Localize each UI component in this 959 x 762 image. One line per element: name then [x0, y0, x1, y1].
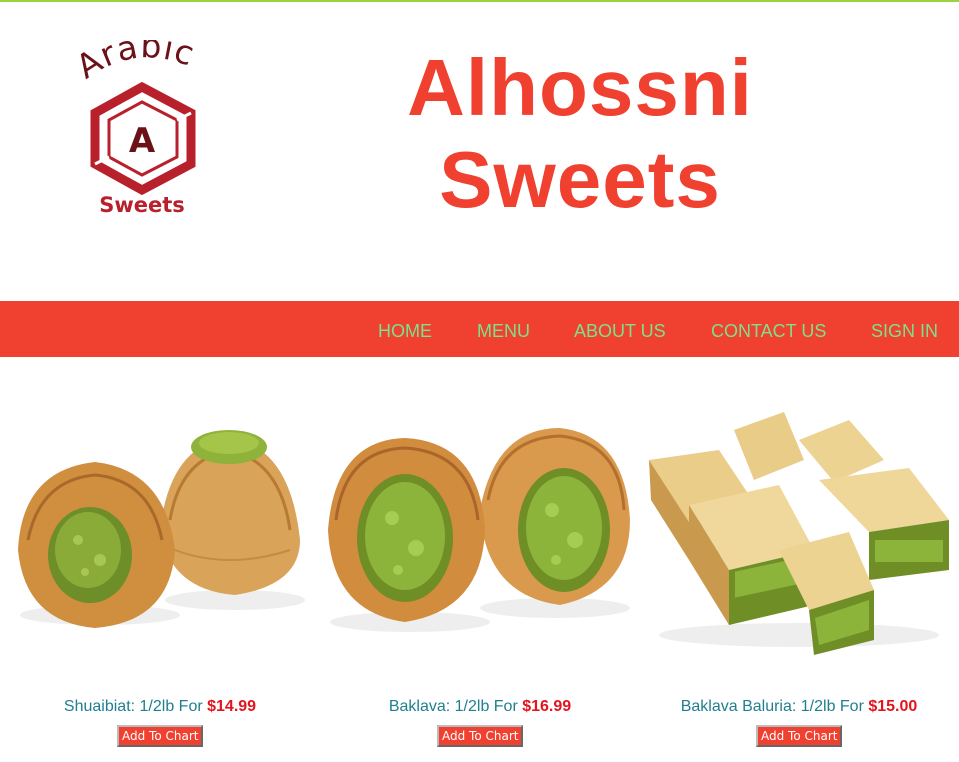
logo-bottom-text: Sweets: [99, 193, 185, 217]
site-logo[interactable]: Arabic A Sweets: [78, 40, 218, 225]
baklava-photo: [328, 428, 630, 632]
add-to-chart-button[interactable]: Add To Chart: [437, 725, 524, 747]
nav-about-link[interactable]: ABOUT US: [574, 301, 666, 357]
main-navbar: HOME MENU ABOUT US CONTACT US SIGN IN: [0, 301, 959, 357]
logo-top-text: Arabic: [78, 40, 200, 86]
top-border: [0, 0, 959, 2]
site-title: Alhossni Sweets: [330, 42, 830, 226]
product-price: $15.00: [868, 698, 918, 715]
product-card: Baklava Baluria: 1/2lb For $15.00 Add To…: [639, 400, 959, 762]
shuaibiat-photo: [18, 430, 305, 628]
site-title-line1: Alhossni: [407, 43, 753, 132]
product-price: $14.99: [207, 698, 257, 715]
product-caption: Baklava Baluria: 1/2lb For $15.00: [639, 698, 959, 716]
add-to-chart-button[interactable]: Add To Chart: [117, 725, 204, 747]
product-name: Baklava: 1/2lb For: [388, 698, 518, 715]
product-name: Shuaibiat: 1/2lb For: [63, 698, 203, 715]
product-name: Baklava Baluria: 1/2lb For: [680, 698, 864, 715]
product-card: Baklava: 1/2lb For $16.99 Add To Chart: [320, 400, 640, 762]
product-card: Shuaibiat: 1/2lb For $14.99 Add To Chart: [0, 400, 320, 762]
logo-letter: A: [129, 121, 156, 161]
nav-menu-link[interactable]: MENU: [477, 301, 530, 357]
site-title-line2: Sweets: [439, 135, 721, 224]
product-price: $16.99: [522, 698, 572, 715]
nav-contact-link[interactable]: CONTACT US: [711, 301, 826, 357]
product-caption: Baklava: 1/2lb For $16.99: [320, 698, 640, 716]
nav-home-link[interactable]: HOME: [378, 301, 432, 357]
baklava-baluria-photo: [649, 412, 949, 655]
add-to-chart-button[interactable]: Add To Chart: [756, 725, 843, 747]
product-caption: Shuaibiat: 1/2lb For $14.99: [0, 698, 320, 716]
nav-signin-link[interactable]: SIGN IN: [871, 301, 938, 357]
